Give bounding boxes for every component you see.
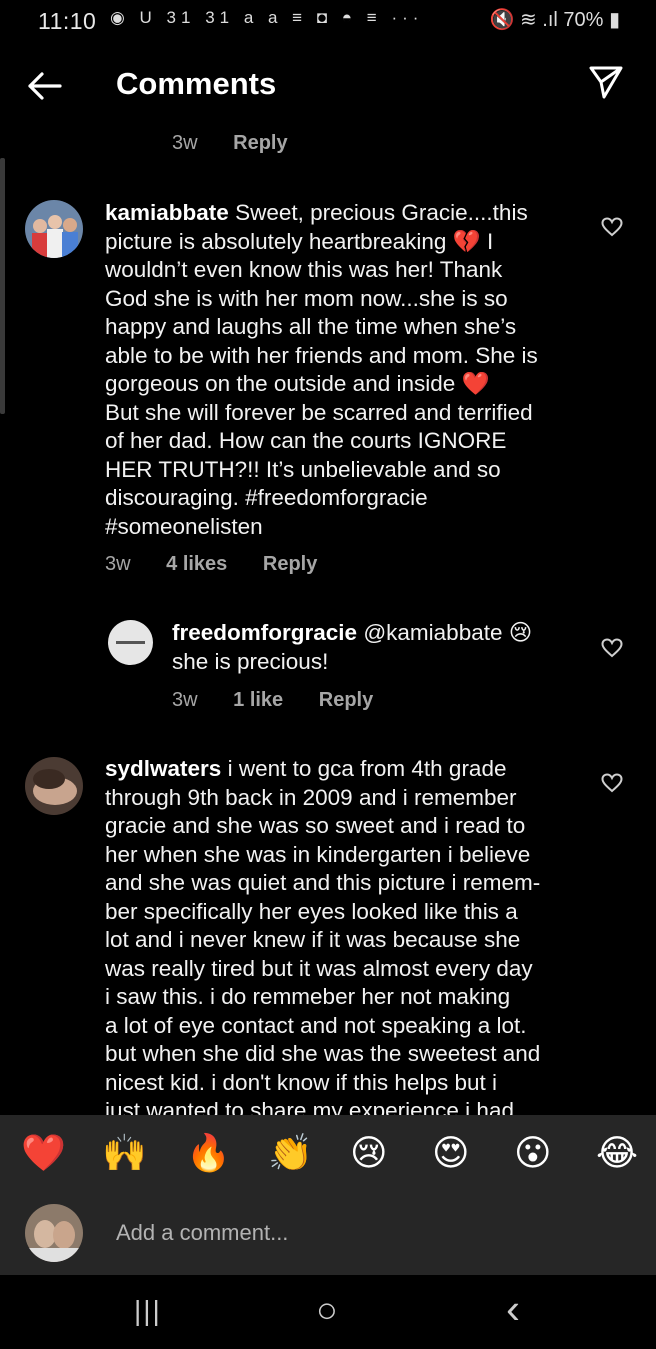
reaction-laughing-icon[interactable]: 😂 [596, 1132, 638, 1174]
reaction-raised-hands-icon[interactable]: 🙌 [102, 1132, 147, 1174]
comment-line: But she will forever be scarred and terr… [105, 399, 533, 425]
comment-line: i saw this. i do remmeber her not making [105, 984, 511, 1009]
comment-line: gorgeous on the outside and inside ❤️ [105, 371, 490, 396]
previous-comment-meta: 3w Reply [172, 132, 318, 155]
reply-button[interactable]: Reply [233, 132, 287, 154]
comment-line: and she was quiet and this picture i rem… [105, 870, 541, 895]
like-heart-icon[interactable] [601, 217, 623, 237]
comment-text: kamiabbate Sweet, precious Gracie....thi… [105, 199, 595, 541]
system-icons: 🔇 ≋ .ıl 70% ▮ [489, 7, 620, 32]
paper-plane-icon[interactable] [588, 64, 624, 100]
comment-line: a lot of eye contact and not speaking a … [105, 1012, 527, 1038]
comment-meta: 3w 4 likes Reply [105, 553, 347, 576]
comment-line: picture is absolutely heartbreaking 💔 I [105, 228, 494, 254]
comment-line: of her dad. How can the courts IGNORE [105, 428, 507, 453]
comment-text: sydlwaters i went to gca from 4th grade … [105, 755, 595, 1115]
add-comment-input[interactable]: Add a comment... [116, 1220, 288, 1246]
reaction-crying-icon[interactable]: 😢 [350, 1132, 388, 1174]
likes-count[interactable]: 1 like [233, 689, 283, 711]
comment-meta: 3w 1 like Reply [172, 689, 403, 712]
comment-line: but when she did she was the sweetest an… [105, 1041, 541, 1066]
comment-line: Sweet, precious Gracie....this [235, 200, 528, 225]
comment-line: God she is with her mom now...she is so [105, 285, 508, 311]
comment-line: gracie and she was so sweet and i read t… [105, 813, 526, 838]
comment-username[interactable]: freedomforgracie [172, 620, 357, 645]
reaction-clapping-icon[interactable]: 👏 [268, 1132, 313, 1174]
comment-line: her when she was in kindergarten i belie… [105, 841, 531, 867]
comment-line: nicest kid. i don't know if this helps b… [105, 1069, 497, 1095]
avatar[interactable] [108, 620, 153, 665]
avatar[interactable] [25, 200, 83, 258]
comment-username[interactable]: kamiabbate [105, 200, 229, 225]
battery-icon: ▮ [608, 9, 620, 31]
comment-composer-panel [0, 1115, 656, 1275]
comment-line: lot and i never knew if it was because s… [105, 927, 521, 952]
reaction-fire-icon[interactable]: 🔥 [186, 1132, 231, 1174]
comment-line: #someonelisten [105, 513, 263, 539]
avatar[interactable] [25, 757, 83, 815]
comment-line: HER TRUTH?!! It’s unbelievable and so [105, 456, 501, 482]
comment-line: wouldn’t even know this was her! Thank [105, 257, 503, 282]
comment-line: was really tired but it was almost every… [105, 955, 533, 981]
back-arrow-icon[interactable] [24, 66, 64, 113]
reaction-heart-eyes-icon[interactable]: 😍 [432, 1132, 470, 1174]
like-heart-icon[interactable] [601, 638, 623, 658]
home-icon[interactable]: ○ [316, 1289, 338, 1331]
battery-level: 70% [563, 9, 604, 31]
comment-username[interactable]: sydlwaters [105, 756, 221, 781]
comment-line: ber specifically her eyes looked like th… [105, 898, 518, 924]
page-title: Comments [116, 66, 277, 101]
back-icon[interactable]: ‹ [506, 1285, 520, 1333]
notification-icons: ◉ U 31 31 a a ≡ ◘ ◓ ≡ ··· [110, 8, 424, 27]
reaction-heart-icon[interactable]: ❤️ [21, 1132, 66, 1174]
reply-button[interactable]: Reply [319, 689, 373, 711]
signal-icons: 🔇 ≋ .ıl [489, 9, 558, 31]
reaction-surprised-icon[interactable]: 😮 [514, 1132, 552, 1174]
comment-line: happy and laughs all the time when she’s [105, 314, 517, 339]
status-bar: 11:10 ◉ U 31 31 a a ≡ ◘ ◓ ≡ ··· 🔇 ≋ .ıl … [0, 0, 656, 44]
comment-time: 3w [172, 132, 198, 154]
comment-line: able to be with her friends and mom. She… [105, 342, 538, 368]
reply-button[interactable]: Reply [263, 553, 317, 575]
likes-count[interactable]: 4 likes [166, 553, 227, 575]
comment-text: freedomforgracie @kamiabbate 😢 she is pr… [172, 619, 582, 676]
comment-time: 3w [172, 689, 198, 711]
comment-line: through 9th back in 2009 and i remember [105, 784, 517, 810]
comment-line: just wanted to share my experience i had [105, 1098, 514, 1115]
status-time: 11:10 [38, 8, 97, 34]
like-heart-icon[interactable] [601, 773, 623, 793]
comment-line: she is precious! [172, 648, 329, 674]
recent-apps-icon[interactable]: ||| [134, 1295, 162, 1327]
comment-line: @kamiabbate 😢 [363, 620, 533, 645]
comment-line: i went to gca from 4th grade [227, 756, 507, 781]
system-nav-bar: ||| ○ ‹ [0, 1275, 656, 1349]
scroll-indicator [0, 158, 5, 414]
avatar [25, 1204, 83, 1262]
comment-line: discouraging. #freedomforgracie [105, 485, 428, 510]
comment-time: 3w [105, 553, 131, 575]
